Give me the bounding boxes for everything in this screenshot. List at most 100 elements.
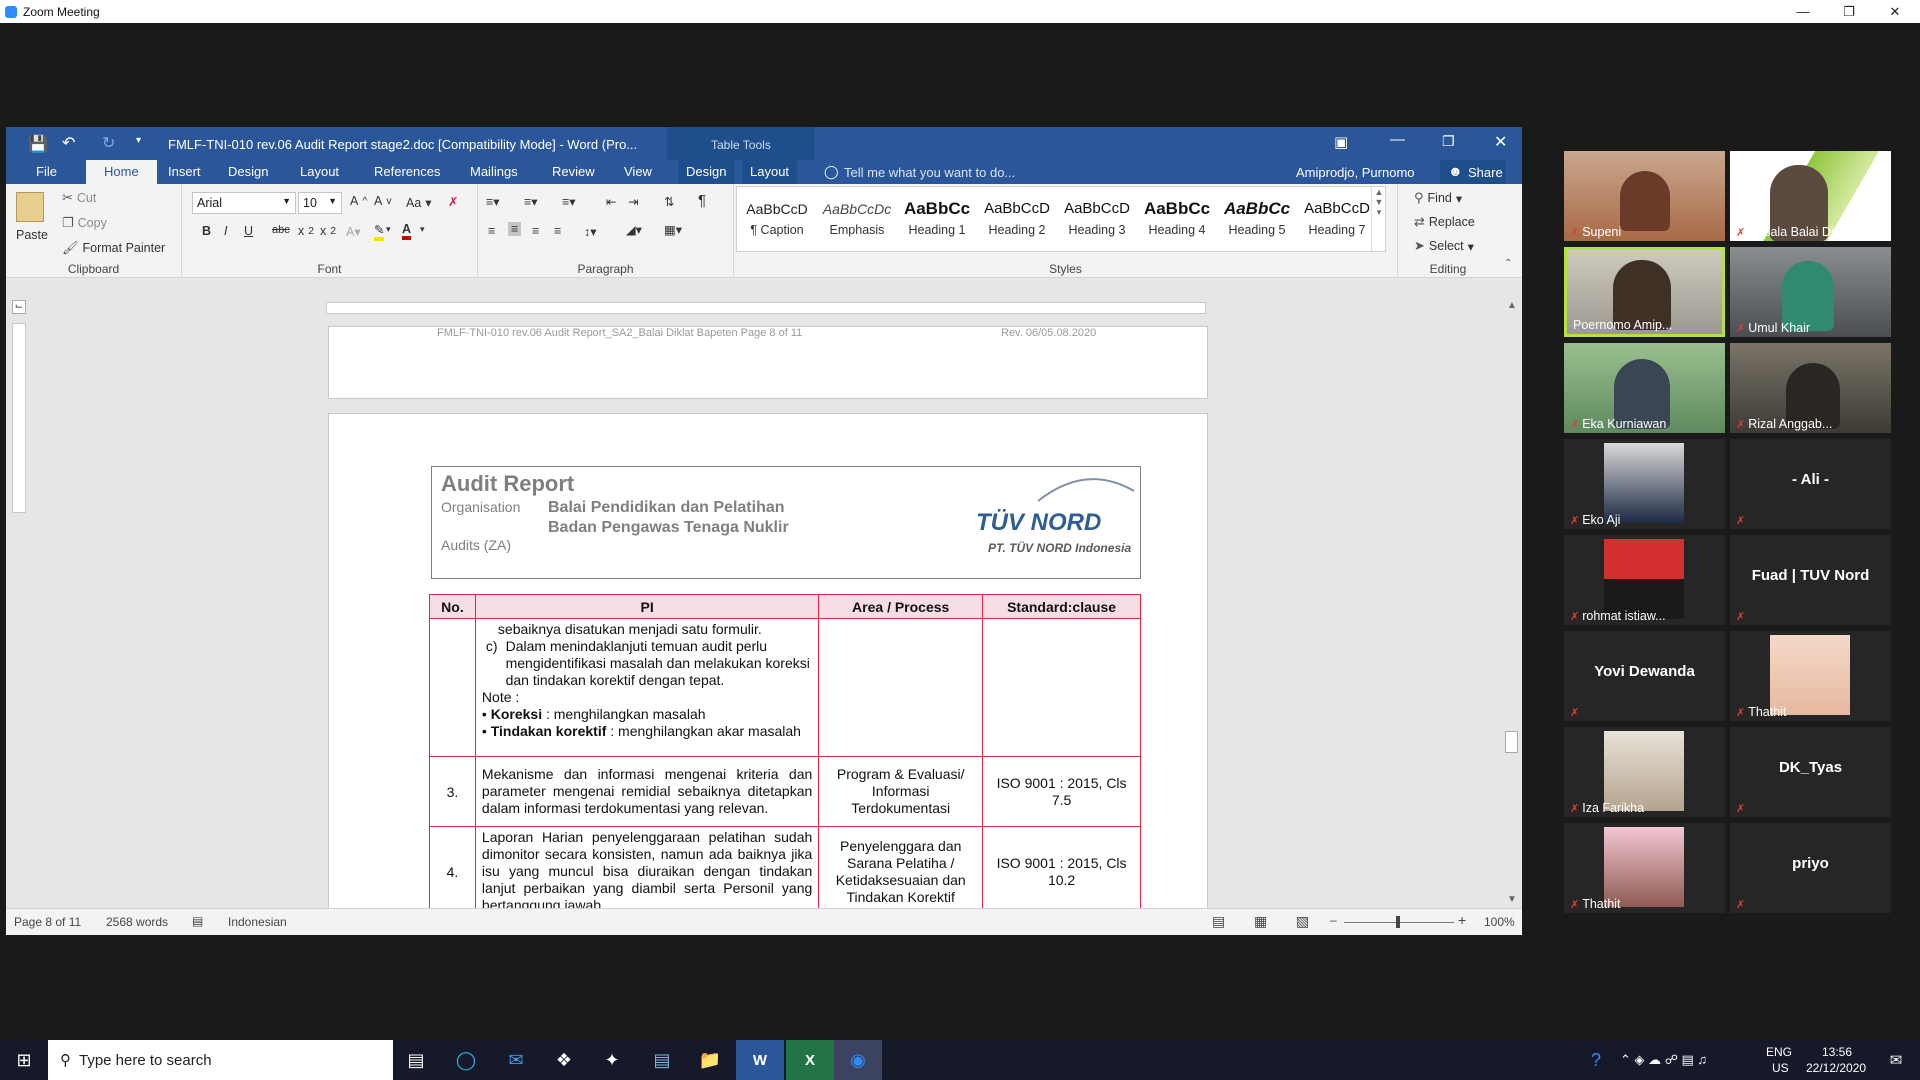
collapse-ribbon-icon[interactable]: ⌃ <box>1504 258 1512 269</box>
word-minimize-icon[interactable]: — <box>1390 131 1405 148</box>
shading-icon[interactable]: ◢▾ <box>626 222 642 237</box>
word-icon[interactable]: W <box>736 1040 784 1080</box>
word-count[interactable]: 2568 words <box>106 915 168 929</box>
tab-mailings[interactable]: Mailings <box>462 160 526 184</box>
tab-view[interactable]: View <box>616 160 660 184</box>
bold-icon[interactable]: B <box>202 224 211 238</box>
tab-review[interactable]: Review <box>544 160 603 184</box>
participant-tile[interactable]: ✗ Supeni <box>1564 151 1725 241</box>
redo-icon[interactable]: ↻ <box>102 133 115 153</box>
participant-tile-active-speaker[interactable]: Poernomo Amip... <box>1564 247 1725 337</box>
replace-button[interactable]: ⇄ Replace <box>1414 214 1475 230</box>
style-caption[interactable]: AaBbCcD ¶ Caption <box>737 195 817 255</box>
find-button[interactable]: ⚲ Find ▾ <box>1414 190 1462 206</box>
page-count[interactable]: Page 8 of 11 <box>14 915 81 929</box>
style-heading-1[interactable]: AaBbCc Heading 1 <box>897 195 977 255</box>
vertical-scrollbar[interactable]: ▲ ▼ <box>1502 298 1522 908</box>
increase-indent-icon[interactable]: ⇥ <box>628 194 638 209</box>
line-spacing-icon[interactable]: ↕▾ <box>584 224 597 239</box>
italic-icon[interactable]: I <box>224 224 227 238</box>
user-name[interactable]: Amiprodjo, Purnomo <box>1296 165 1415 180</box>
excel-icon[interactable]: X <box>786 1040 834 1080</box>
style-heading-7[interactable]: AaBbCcD Heading 7 <box>1297 195 1377 255</box>
participant-tile[interactable]: ✗ Iza Farikha <box>1564 727 1725 817</box>
justify-icon[interactable]: ≡ <box>554 224 561 238</box>
styles-scroll[interactable]: ▲ ▼ ▾ <box>1371 187 1386 251</box>
bullets-icon[interactable]: ≡▾ <box>486 194 500 209</box>
app-icon[interactable]: ✦ <box>588 1040 636 1080</box>
show-formatting-icon[interactable]: ¶ <box>698 192 706 209</box>
underline-icon[interactable]: U <box>244 224 253 238</box>
font-color-dropdown-icon[interactable]: ▾ <box>420 224 425 235</box>
participant-tile[interactable]: ✗ Rizal Anggab... <box>1730 343 1891 433</box>
participant-tile[interactable]: ✗ Kepala Balai Dikl... <box>1730 151 1891 241</box>
system-tray-icons[interactable]: ⌃ ◈ ☁ ☍ ▤ ♫ <box>1620 1052 1707 1068</box>
word-close-icon[interactable]: ✕ <box>1494 132 1507 152</box>
table-row[interactable]: 4. Laporan Harian penyelenggaraan pelati… <box>429 826 1141 912</box>
explorer-app-icon[interactable]: ▤ <box>638 1040 686 1080</box>
align-right-icon[interactable]: ≡ <box>532 224 539 238</box>
paste-button[interactable]: Paste <box>16 228 48 242</box>
file-explorer-icon[interactable]: 📁 <box>686 1040 734 1080</box>
undo-icon[interactable]: ↶ <box>62 133 75 153</box>
findings-table[interactable]: No. PI Area / Process Standard:clause se… <box>429 594 1141 912</box>
print-layout-icon[interactable]: ▦ <box>1254 913 1267 930</box>
zoom-slider-thumb[interactable] <box>1396 916 1400 928</box>
text-effects-icon[interactable]: A▾ <box>346 224 361 239</box>
highlight-dropdown-icon[interactable]: ▾ <box>386 224 391 235</box>
superscript-icon[interactable]: x2 <box>320 224 336 238</box>
shrink-font-icon[interactable]: Av <box>374 194 392 208</box>
align-left-icon[interactable]: ≡ <box>488 224 495 238</box>
read-mode-icon[interactable]: ▤ <box>1212 913 1225 930</box>
clear-format-icon[interactable]: ✗ <box>448 194 458 209</box>
participant-tile[interactable]: ✗ Umul Khair <box>1730 247 1891 337</box>
tab-home[interactable]: Home <box>86 160 157 184</box>
participant-tile[interactable]: ✗ Thathit <box>1730 631 1891 721</box>
minimize-icon[interactable]: — <box>1780 0 1826 23</box>
tab-file[interactable]: File <box>28 160 65 184</box>
participant-tile[interactable]: ✗ Eka Kurniawan <box>1564 343 1725 433</box>
decrease-indent-icon[interactable]: ⇤ <box>606 194 616 209</box>
format-painter-button[interactable]: 🖌 Format Painter <box>62 240 165 256</box>
multilevel-list-icon[interactable]: ≡▾ <box>562 194 576 209</box>
tab-references[interactable]: References <box>366 160 448 184</box>
grow-font-icon[interactable]: A ^ <box>350 194 367 208</box>
edge-icon[interactable]: ◯ <box>442 1040 490 1080</box>
tab-table-layout[interactable]: Layout <box>742 160 798 184</box>
help-icon[interactable]: ? <box>1572 1040 1620 1080</box>
copy-button[interactable]: ❐ Copy <box>62 215 107 231</box>
table-row[interactable]: sebaiknya disatukan menjadi satu formuli… <box>429 618 1141 757</box>
dropbox-icon[interactable]: ❖ <box>540 1040 588 1080</box>
sort-icon[interactable]: ⇅ <box>664 194 674 209</box>
ribbon-display-icon[interactable]: ▣ <box>1334 133 1348 151</box>
participant-tile[interactable]: priyo ✗ <box>1730 823 1891 913</box>
scroll-down-icon[interactable]: ▼ <box>1507 894 1517 905</box>
participant-tile[interactable]: ✗ rohmat istiaw... <box>1564 535 1725 625</box>
zoom-level[interactable]: 100% <box>1484 915 1515 929</box>
save-icon[interactable]: 💾 <box>28 134 48 154</box>
language-code[interactable]: ENG <box>1766 1045 1792 1059</box>
keyboard-layout[interactable]: US <box>1772 1061 1789 1075</box>
align-center-icon[interactable]: ≡ <box>508 222 522 236</box>
restore-icon[interactable]: ❐ <box>1826 0 1872 23</box>
language-indicator[interactable]: Indonesian <box>228 915 287 929</box>
select-button[interactable]: ➤ Select ▾ <box>1414 238 1474 254</box>
tab-design[interactable]: Design <box>220 160 276 184</box>
numbering-icon[interactable]: ≡▾ <box>524 194 538 209</box>
zoom-in-icon[interactable]: + <box>1458 912 1466 928</box>
tab-layout[interactable]: Layout <box>292 160 347 184</box>
tell-me-search[interactable]: Tell me what you want to do... <box>844 165 1015 180</box>
style-emphasis[interactable]: AaBbCcDc Emphasis <box>817 195 897 255</box>
zoom-taskbar-icon[interactable]: ◉ <box>834 1040 882 1080</box>
word-restore-icon[interactable]: ❐ <box>1442 133 1455 150</box>
cut-button[interactable]: ✂ Cut <box>62 190 96 206</box>
paste-icon[interactable] <box>16 192 44 222</box>
web-layout-icon[interactable]: ▧ <box>1296 913 1309 930</box>
participant-tile[interactable]: Fuad | TUV Nord ✗ <box>1730 535 1891 625</box>
clock-time[interactable]: 13:56 <box>1822 1045 1852 1059</box>
strikethrough-icon[interactable]: abc <box>272 224 290 236</box>
participant-tile[interactable]: Yovi Dewanda ✗ <box>1564 631 1725 721</box>
participant-tile[interactable]: ✗ Thathit <box>1564 823 1725 913</box>
tab-selector-icon[interactable]: ⌙ <box>12 300 26 314</box>
font-size-select[interactable]: 10 ▼ <box>298 192 342 214</box>
